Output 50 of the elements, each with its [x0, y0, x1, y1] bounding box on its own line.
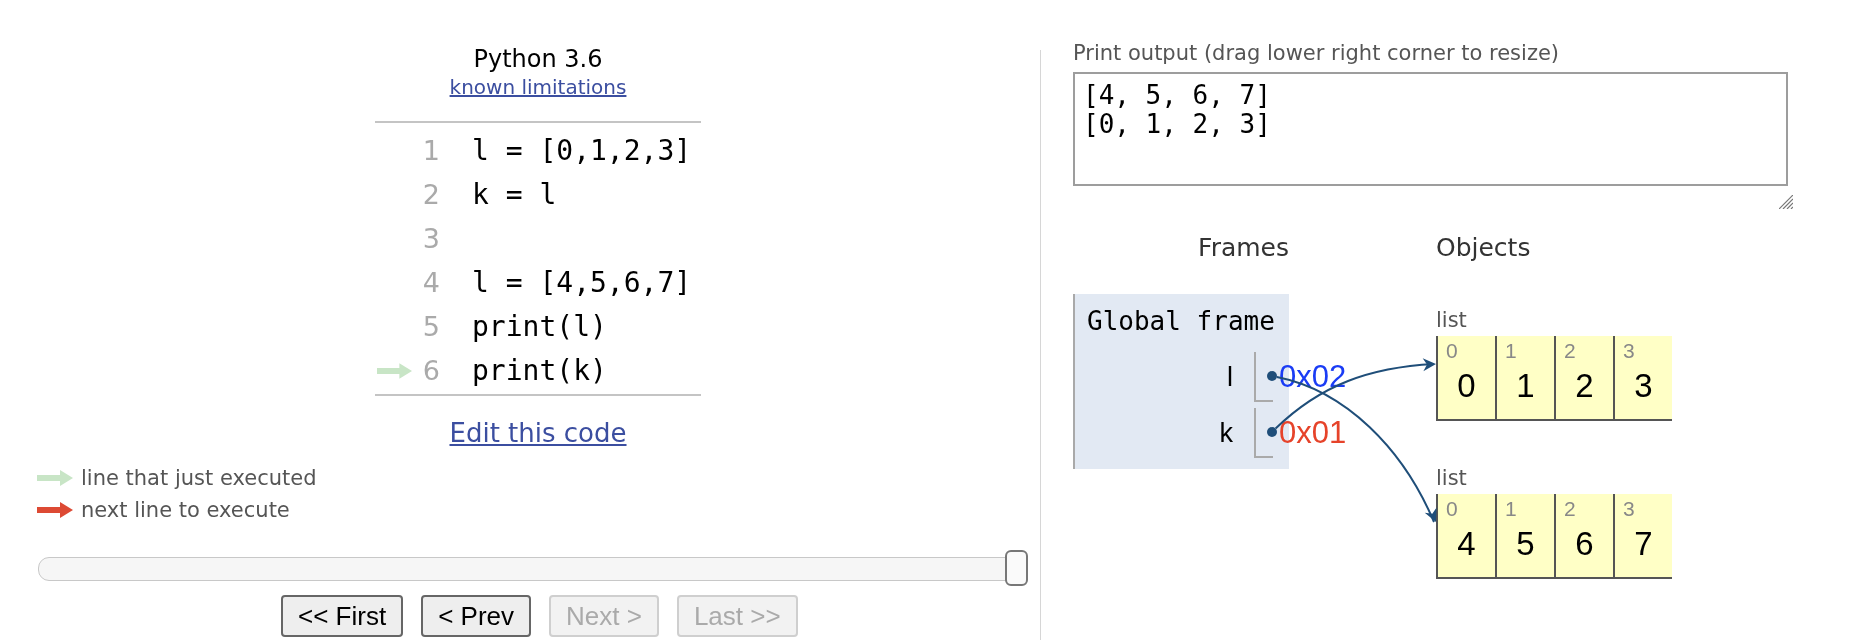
list-value: 6 [1575, 525, 1594, 563]
print-output-field[interactable]: [4, 5, 6, 7] [0, 1, 2, 3] [1073, 72, 1788, 186]
list-value: 2 [1575, 367, 1594, 405]
list-index: 2 [1564, 497, 1576, 521]
legend-label: line that just executed [81, 465, 317, 491]
print-output-label: Print output (drag lower right corner to resize) [1073, 41, 1560, 65]
variable-name: k [1218, 417, 1233, 449]
line-number: 5 [421, 310, 440, 344]
object-type-label: list [1436, 308, 1468, 332]
list-value: 7 [1634, 525, 1653, 563]
language-title: Python 3.6 [473, 45, 603, 73]
code-line: l = [4,5,6,7] [472, 265, 692, 301]
legend-label: next line to execute [81, 497, 290, 523]
list-value: 0 [1457, 367, 1476, 405]
list-value: 4 [1457, 525, 1476, 563]
list-index: 2 [1564, 339, 1576, 363]
variable-name: l [1226, 361, 1233, 393]
objects-heading: Objects [1436, 233, 1532, 263]
object-type-label: list [1436, 466, 1468, 490]
list-index: 3 [1623, 339, 1635, 363]
list-index: 0 [1446, 497, 1458, 521]
first-button[interactable]: << First [281, 595, 404, 637]
code-line: k = l [472, 177, 557, 213]
line-number: 2 [421, 178, 440, 212]
line-number: 4 [421, 266, 440, 300]
line-number: 1 [421, 134, 440, 168]
list-value: 5 [1516, 525, 1535, 563]
pointer-value: 0x02 [1279, 359, 1347, 395]
edit-code-link[interactable]: Edit this code [449, 417, 627, 449]
limitations-link[interactable]: known limitations [449, 75, 627, 99]
list-index: 0 [1446, 339, 1458, 363]
list-index: 3 [1623, 497, 1635, 521]
list-index: 1 [1505, 497, 1517, 521]
list-index: 1 [1505, 339, 1517, 363]
prev-button[interactable]: < Prev [421, 595, 531, 637]
code-line: print(l) [472, 309, 607, 345]
pointer-value: 0x01 [1279, 415, 1347, 451]
code-line: print(k) [472, 353, 607, 389]
pointer-dot-icon [1267, 371, 1277, 381]
slider-track[interactable] [38, 550, 1028, 586]
code-line: l = [0,1,2,3] [472, 133, 692, 169]
pointer-dot-icon [1267, 427, 1277, 437]
line-number: 6 [421, 354, 440, 388]
frames-heading: Frames [1197, 233, 1289, 263]
slider-thumb[interactable] [1005, 550, 1028, 586]
line-number: 3 [421, 222, 440, 256]
frame-title: Global frame [1087, 306, 1276, 336]
list-value: 3 [1634, 367, 1653, 405]
list-value: 1 [1516, 367, 1535, 405]
resize-grip-icon [1779, 195, 1793, 209]
